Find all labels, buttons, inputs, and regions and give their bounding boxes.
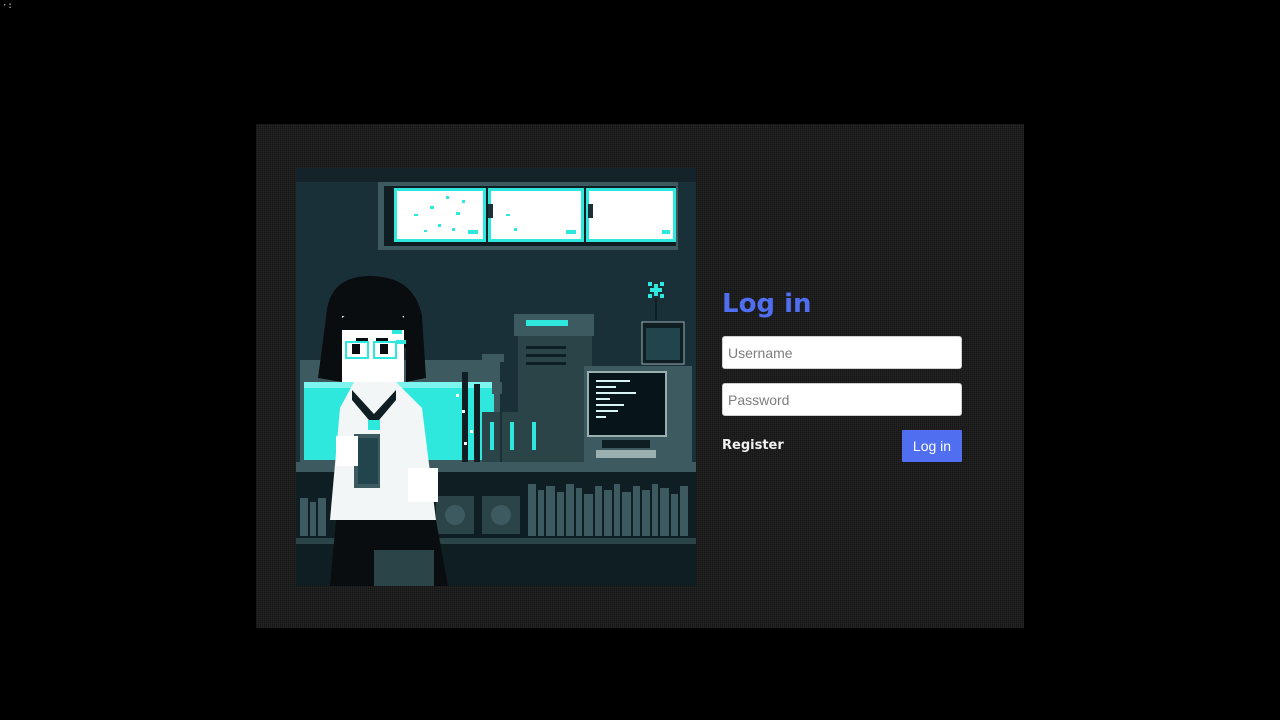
login-button[interactable]: Log in [902, 430, 962, 462]
illustration-svg [296, 168, 696, 586]
form-actions: Register Log in [722, 430, 962, 462]
corner-mark: ·: [2, 1, 13, 11]
register-link[interactable]: Register [722, 438, 784, 453]
pixel-art-illustration [296, 168, 696, 586]
login-card: Log in Register Log in [256, 124, 1024, 628]
login-form: Log in Register Log in [722, 288, 962, 462]
username-input[interactable] [722, 336, 962, 369]
password-input[interactable] [722, 383, 962, 416]
page-title: Log in [722, 289, 812, 319]
